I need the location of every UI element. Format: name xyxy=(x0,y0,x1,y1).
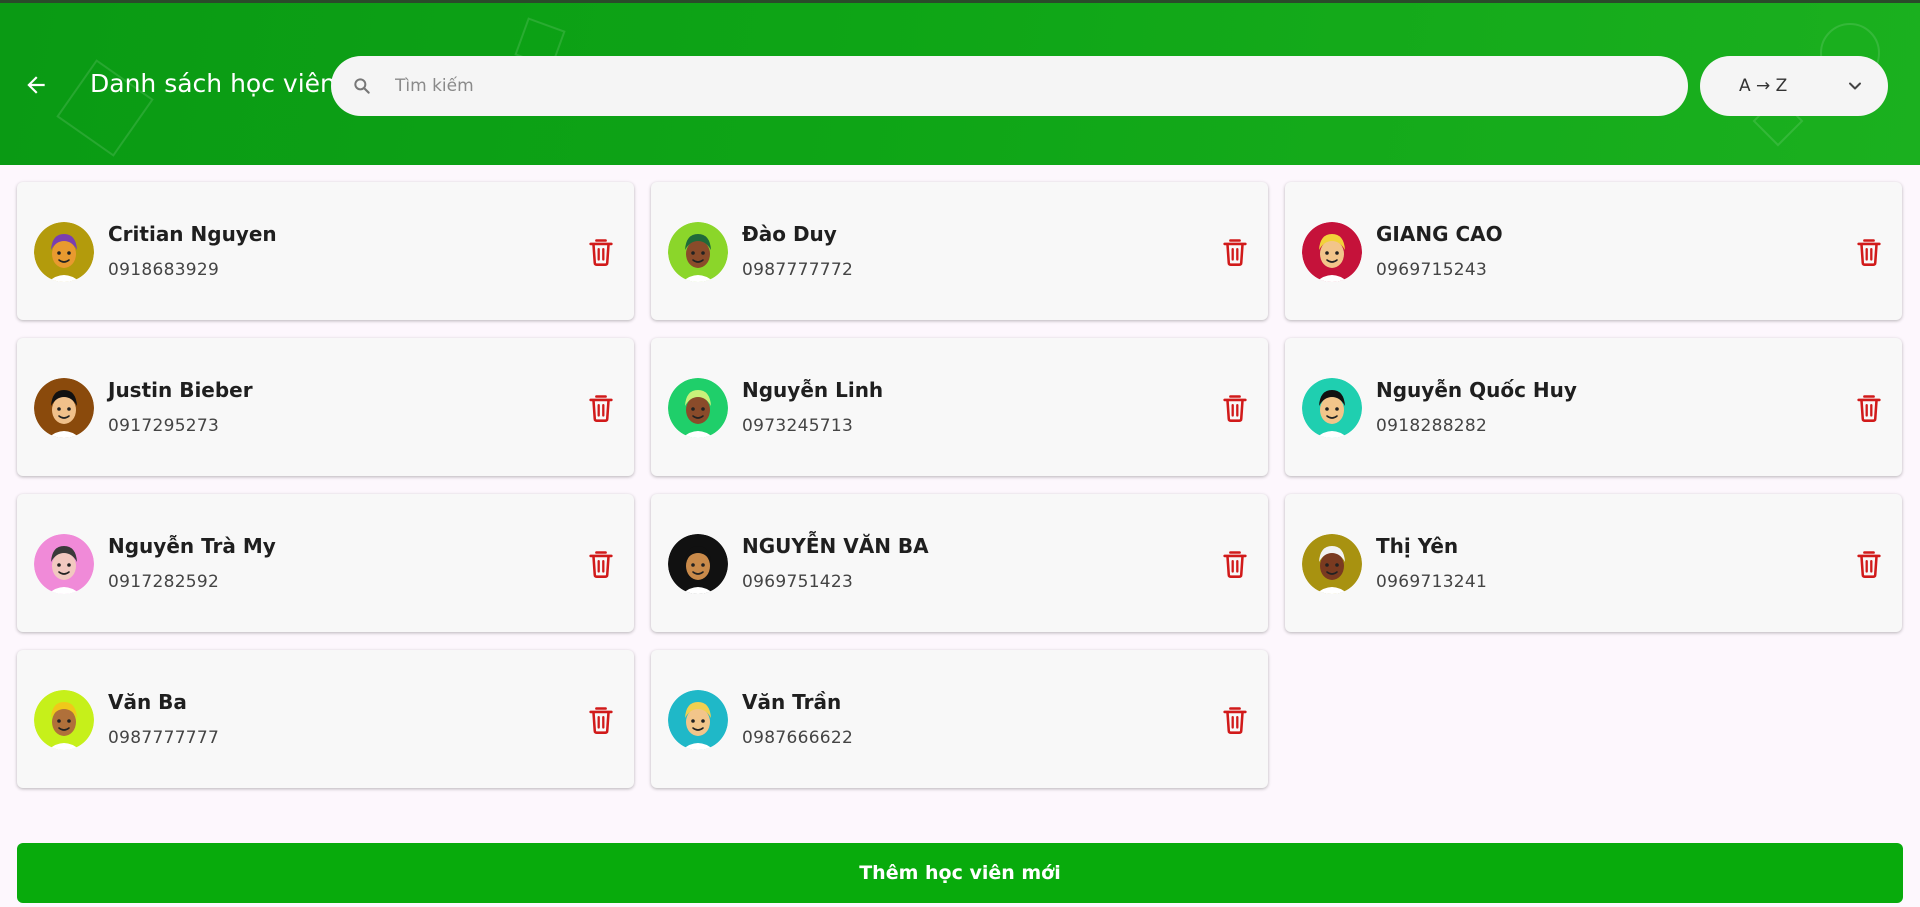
student-name: Nguyễn Trà My xyxy=(108,534,276,558)
student-phone: 0918683929 xyxy=(108,260,220,280)
trash-icon xyxy=(1223,395,1247,422)
sort-dropdown[interactable]: A → Z xyxy=(1700,56,1888,116)
student-card[interactable]: Nguyễn Trà My 0917282592 xyxy=(17,494,634,632)
student-card[interactable]: NGUYỄN VĂN BA 0969751423 xyxy=(651,494,1268,632)
avatar xyxy=(1302,534,1362,594)
avatar-face-icon xyxy=(668,534,728,594)
avatar-face-icon xyxy=(1302,534,1362,594)
delete-student-button[interactable] xyxy=(1221,705,1249,735)
student-phone: 0987666622 xyxy=(742,728,854,748)
student-phone: 0969715243 xyxy=(1376,260,1488,280)
student-name: Justin Bieber xyxy=(108,378,253,402)
student-card[interactable]: Nguyễn Linh 0973245713 xyxy=(651,338,1268,476)
avatar xyxy=(34,378,94,438)
student-phone: 0969713241 xyxy=(1376,572,1488,592)
avatar-face-icon xyxy=(1302,222,1362,282)
trash-icon xyxy=(589,707,613,734)
student-name: Nguyễn Quốc Huy xyxy=(1376,378,1577,402)
student-card[interactable]: Justin Bieber 0917295273 xyxy=(17,338,634,476)
trash-icon xyxy=(589,239,613,266)
trash-icon xyxy=(1857,395,1881,422)
avatar-face-icon xyxy=(668,222,728,282)
avatar xyxy=(34,534,94,594)
student-card[interactable]: Đào Duy 0987777772 xyxy=(651,182,1268,320)
sort-selected-value: A → Z xyxy=(1739,76,1788,96)
student-phone: 0969751423 xyxy=(742,572,854,592)
avatar xyxy=(1302,378,1362,438)
student-phone: 0918288282 xyxy=(1376,416,1488,436)
student-name: Nguyễn Linh xyxy=(742,378,884,402)
student-card[interactable]: GIANG CAO 0969715243 xyxy=(1285,182,1902,320)
avatar xyxy=(34,222,94,282)
avatar-face-icon xyxy=(1302,378,1362,438)
student-name: Văn Ba xyxy=(108,690,187,714)
trash-icon xyxy=(589,551,613,578)
student-card[interactable]: Nguyễn Quốc Huy 0918288282 xyxy=(1285,338,1902,476)
student-name: Thị Yên xyxy=(1376,534,1459,558)
student-name: Đào Duy xyxy=(742,222,837,246)
trash-icon xyxy=(1223,707,1247,734)
avatar-face-icon xyxy=(34,222,94,282)
student-phone: 0987777772 xyxy=(742,260,854,280)
page-title: Danh sách học viên xyxy=(90,69,336,98)
student-phone: 0917295273 xyxy=(108,416,220,436)
student-card[interactable]: Văn Trần 0987666622 xyxy=(651,650,1268,788)
trash-icon xyxy=(1223,551,1247,578)
trash-icon xyxy=(1857,239,1881,266)
avatar-face-icon xyxy=(668,378,728,438)
delete-student-button[interactable] xyxy=(1855,393,1883,423)
delete-student-button[interactable] xyxy=(587,549,615,579)
trash-icon xyxy=(1857,551,1881,578)
delete-student-button[interactable] xyxy=(1855,237,1883,267)
student-card[interactable]: Văn Ba 0987777777 xyxy=(17,650,634,788)
avatar xyxy=(34,690,94,750)
delete-student-button[interactable] xyxy=(1221,393,1249,423)
student-card[interactable]: Thị Yên 0969713241 xyxy=(1285,494,1902,632)
avatar xyxy=(668,534,728,594)
avatar-face-icon xyxy=(34,534,94,594)
add-student-button[interactable]: Thêm học viên mới xyxy=(17,843,1903,903)
student-phone: 0987777777 xyxy=(108,728,220,748)
trash-icon xyxy=(589,395,613,422)
back-button[interactable] xyxy=(18,67,54,103)
search-input[interactable] xyxy=(395,56,1655,116)
chevron-down-icon xyxy=(1849,82,1861,90)
avatar-face-icon xyxy=(34,690,94,750)
delete-student-button[interactable] xyxy=(1855,549,1883,579)
delete-student-button[interactable] xyxy=(587,705,615,735)
delete-student-button[interactable] xyxy=(1221,237,1249,267)
avatar xyxy=(668,690,728,750)
delete-student-button[interactable] xyxy=(587,393,615,423)
student-name: NGUYỄN VĂN BA xyxy=(742,534,929,558)
avatar xyxy=(1302,222,1362,282)
student-phone: 0973245713 xyxy=(742,416,854,436)
trash-icon xyxy=(1223,239,1247,266)
delete-student-button[interactable] xyxy=(587,237,615,267)
avatar-face-icon xyxy=(668,690,728,750)
student-phone: 0917282592 xyxy=(108,572,220,592)
arrow-left-icon xyxy=(27,76,45,94)
delete-student-button[interactable] xyxy=(1221,549,1249,579)
student-name: Văn Trần xyxy=(742,690,842,714)
app-header: Danh sách học viên A → Z xyxy=(0,3,1920,165)
student-name: GIANG CAO xyxy=(1376,222,1503,246)
avatar-face-icon xyxy=(34,378,94,438)
student-name: Critian Nguyen xyxy=(108,222,277,246)
avatar xyxy=(668,222,728,282)
student-card[interactable]: Critian Nguyen 0918683929 xyxy=(17,182,634,320)
search-bar[interactable] xyxy=(331,56,1688,116)
search-icon xyxy=(354,78,370,94)
avatar xyxy=(668,378,728,438)
